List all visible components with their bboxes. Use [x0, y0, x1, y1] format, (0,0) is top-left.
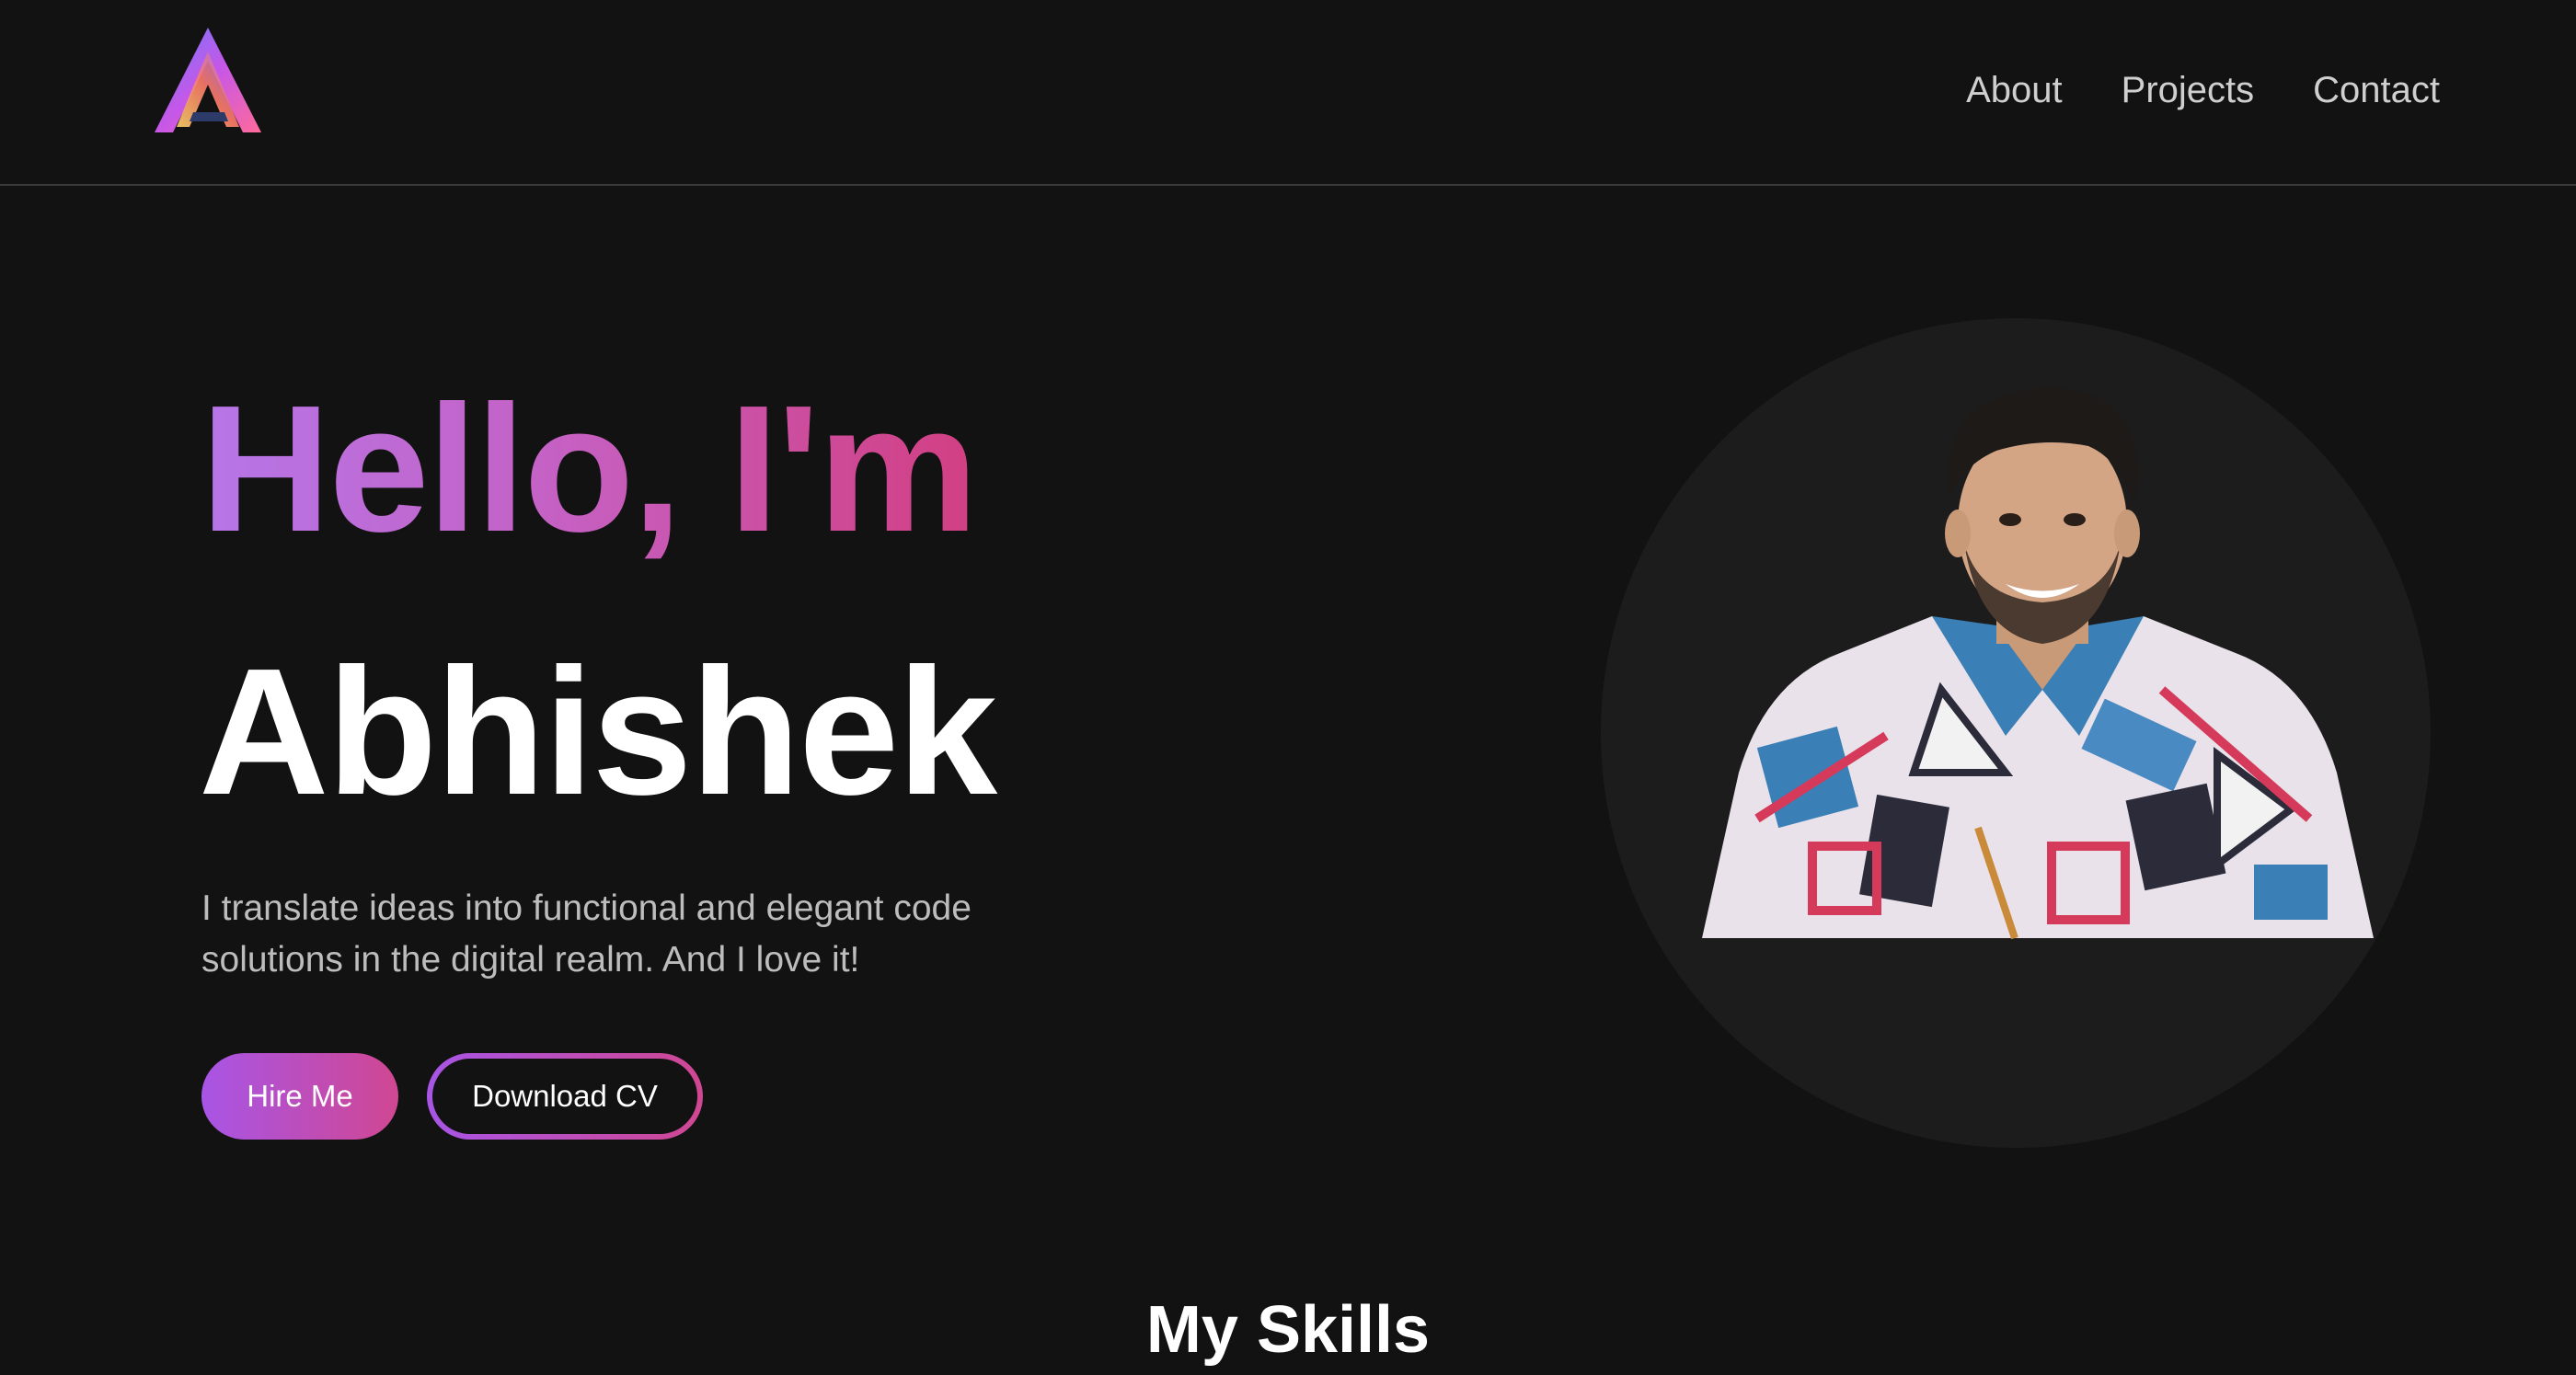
tagline-line-1: I translate ideas into functional and el…: [201, 888, 972, 928]
profile-photo: [1702, 386, 2374, 940]
site-header: About Projects Contact: [0, 0, 2576, 186]
tagline-line-2: solutions in the digital realm. And I lo…: [201, 940, 860, 980]
skills-section-title: My Skills: [1145, 1293, 1431, 1367]
nav-about-link[interactable]: About: [1966, 66, 2063, 114]
nav-projects-link[interactable]: Projects: [2122, 66, 2255, 114]
portfolio-page: About Projects Contact Hello, I'm Abhish…: [0, 0, 2576, 1375]
logo-icon[interactable]: [151, 24, 265, 138]
hero-name: Abhishek: [199, 631, 997, 832]
hire-me-button[interactable]: Hire Me: [201, 1053, 398, 1140]
hero-tagline: I translate ideas into functional and el…: [201, 883, 1121, 986]
hero-greeting: Hello, I'm: [201, 368, 978, 569]
download-cv-label: Download CV: [432, 1059, 697, 1134]
nav-contact-link[interactable]: Contact: [2313, 66, 2440, 114]
main-nav: About Projects Contact: [1966, 66, 2440, 114]
download-cv-button[interactable]: Download CV: [427, 1053, 703, 1140]
